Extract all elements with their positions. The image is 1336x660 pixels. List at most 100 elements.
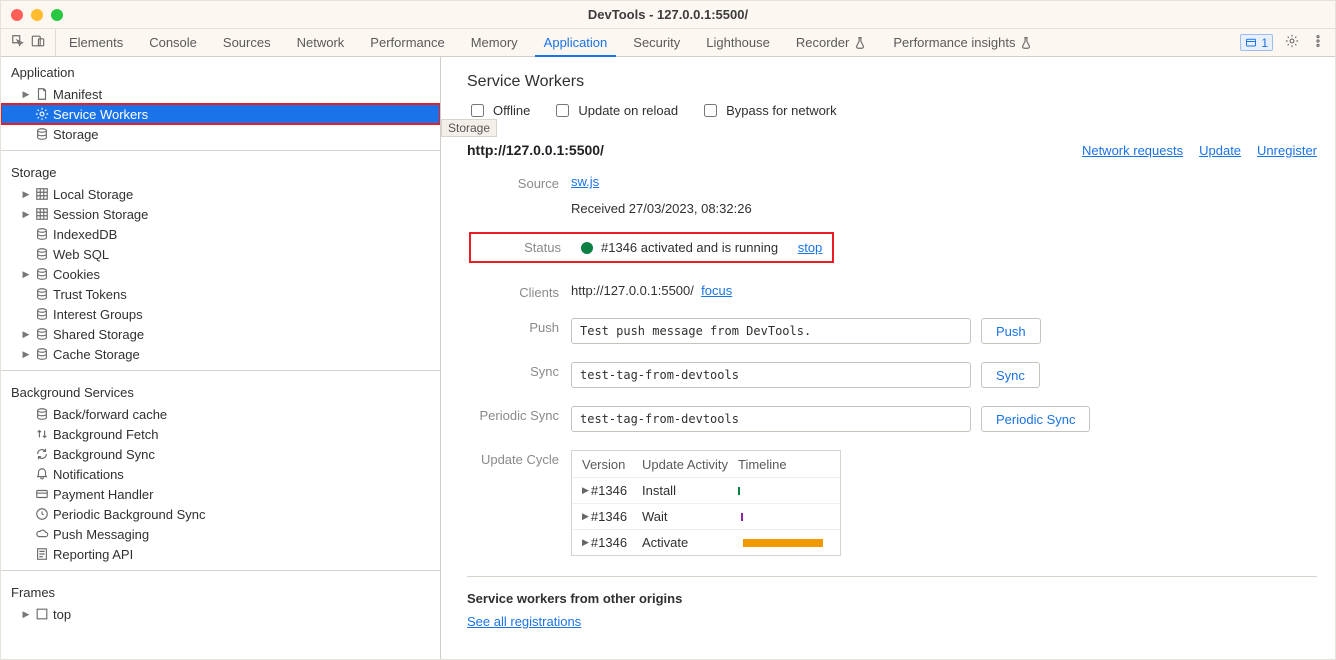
cloud-icon xyxy=(35,527,49,541)
timeline-bar-install xyxy=(738,487,740,495)
card-icon xyxy=(35,487,49,501)
tab-security[interactable]: Security xyxy=(620,29,693,56)
timeline-bar-activate xyxy=(743,539,823,547)
tab-memory[interactable]: Memory xyxy=(458,29,531,56)
sb-label: Payment Handler xyxy=(53,487,153,502)
issues-badge[interactable]: 1 xyxy=(1240,34,1273,51)
periodic-sync-button[interactable]: Periodic Sync xyxy=(981,406,1090,432)
sb-section-storage: Storage xyxy=(1,157,440,184)
panel-tabs: Elements Console Sources Network Perform… xyxy=(56,29,1046,56)
sb-item-indexeddb[interactable]: IndexedDB xyxy=(1,224,440,244)
tab-recorder[interactable]: Recorder xyxy=(783,29,880,56)
update-on-reload-checkbox[interactable]: Update on reload xyxy=(552,101,678,120)
offline-label: Offline xyxy=(493,103,530,118)
sb-item-manifest[interactable]: ▶ Manifest xyxy=(1,84,440,104)
sb-label: Session Storage xyxy=(53,207,148,222)
sb-label: Periodic Background Sync xyxy=(53,507,205,522)
minimize-window-icon[interactable] xyxy=(31,9,43,21)
sb-label: Shared Storage xyxy=(53,327,144,342)
clock-icon xyxy=(35,507,49,521)
sb-label: Push Messaging xyxy=(53,527,149,542)
sb-item-session-storage[interactable]: ▶ Session Storage xyxy=(1,204,440,224)
offline-checkbox[interactable]: Offline xyxy=(467,101,530,120)
bypass-input[interactable] xyxy=(704,104,717,117)
tab-performance[interactable]: Performance xyxy=(357,29,457,56)
close-window-icon[interactable] xyxy=(11,9,23,21)
updown-icon xyxy=(35,427,49,441)
periodic-sync-input[interactable] xyxy=(571,406,971,432)
zoom-window-icon[interactable] xyxy=(51,9,63,21)
flask-icon xyxy=(853,36,867,50)
devtools-toolbar: Elements Console Sources Network Perform… xyxy=(1,29,1335,57)
tab-console[interactable]: Console xyxy=(136,29,210,56)
tab-lighthouse[interactable]: Lighthouse xyxy=(693,29,783,56)
report-icon xyxy=(35,547,49,561)
uc-row-install[interactable]: ▶#1346 Install xyxy=(572,477,840,503)
caret-icon: ▶ xyxy=(21,89,31,100)
database-icon xyxy=(35,267,49,281)
source-label: Source xyxy=(467,172,559,191)
network-requests-link[interactable]: Network requests xyxy=(1082,143,1183,158)
caret-icon: ▶ xyxy=(21,209,31,220)
sb-label: Background Fetch xyxy=(53,427,159,442)
sb-item-service-workers[interactable]: Service Workers xyxy=(1,104,440,124)
uc-header-timeline: Timeline xyxy=(738,457,840,472)
device-toolbar-icon[interactable] xyxy=(31,34,45,51)
uc-row-wait[interactable]: ▶#1346 Wait xyxy=(572,503,840,529)
sb-item-push-messaging[interactable]: Push Messaging xyxy=(1,524,440,544)
settings-icon[interactable] xyxy=(1285,34,1299,51)
offline-checkbox-input[interactable] xyxy=(471,104,484,117)
sync-icon xyxy=(35,447,49,461)
clients-url: http://127.0.0.1:5500/ xyxy=(571,283,694,298)
update-link[interactable]: Update xyxy=(1199,143,1241,158)
storage-tooltip: Storage xyxy=(441,119,497,137)
sb-item-websql[interactable]: Web SQL xyxy=(1,244,440,264)
push-input[interactable] xyxy=(571,318,971,344)
bypass-label: Bypass for network xyxy=(726,103,837,118)
sb-item-interest-groups[interactable]: Interest Groups xyxy=(1,304,440,324)
stop-link[interactable]: stop xyxy=(798,240,823,255)
uc-header-version: Version xyxy=(572,457,642,472)
caret-icon: ▶ xyxy=(582,511,589,522)
push-button[interactable]: Push xyxy=(981,318,1041,344)
source-file-link[interactable]: sw.js xyxy=(571,174,599,189)
sb-item-trust-tokens[interactable]: Trust Tokens xyxy=(1,284,440,304)
sync-input[interactable] xyxy=(571,362,971,388)
more-menu-icon[interactable] xyxy=(1311,34,1325,51)
sb-section-bg-services: Background Services xyxy=(1,377,440,404)
sb-item-local-storage[interactable]: ▶ Local Storage xyxy=(1,184,440,204)
sb-item-cache-storage[interactable]: ▶ Cache Storage xyxy=(1,344,440,364)
sb-item-background-fetch[interactable]: Background Fetch xyxy=(1,424,440,444)
unregister-link[interactable]: Unregister xyxy=(1257,143,1317,158)
tab-application[interactable]: Application xyxy=(531,29,621,56)
tab-performance-insights[interactable]: Performance insights xyxy=(880,29,1046,56)
sb-item-cookies[interactable]: ▶ Cookies xyxy=(1,264,440,284)
sb-item-payment-handler[interactable]: Payment Handler xyxy=(1,484,440,504)
sb-item-top-frame[interactable]: ▶ top xyxy=(1,604,440,624)
sb-item-background-sync[interactable]: Background Sync xyxy=(1,444,440,464)
sb-label: Cache Storage xyxy=(53,347,140,362)
sb-label: Background Sync xyxy=(53,447,155,462)
grid-icon xyxy=(35,207,49,221)
focus-link[interactable]: focus xyxy=(701,283,732,298)
inspect-element-icon[interactable] xyxy=(11,34,25,51)
tab-network[interactable]: Network xyxy=(284,29,358,56)
tab-elements[interactable]: Elements xyxy=(56,29,136,56)
sb-item-notifications[interactable]: Notifications xyxy=(1,464,440,484)
bypass-for-network-checkbox[interactable]: Bypass for network xyxy=(700,101,837,120)
sb-item-periodic-bg-sync[interactable]: Periodic Background Sync xyxy=(1,504,440,524)
sb-item-back-forward-cache[interactable]: Back/forward cache xyxy=(1,404,440,424)
see-all-registrations-link[interactable]: See all registrations xyxy=(467,614,581,629)
bell-icon xyxy=(35,467,49,481)
tab-sources[interactable]: Sources xyxy=(210,29,284,56)
sync-button[interactable]: Sync xyxy=(981,362,1040,388)
divider xyxy=(1,570,440,571)
sb-item-shared-storage[interactable]: ▶ Shared Storage xyxy=(1,324,440,344)
sb-label: Cookies xyxy=(53,267,100,282)
sb-item-storage[interactable]: Storage xyxy=(1,124,440,144)
sb-item-reporting-api[interactable]: Reporting API xyxy=(1,544,440,564)
uc-row-activate[interactable]: ▶#1346 Activate xyxy=(572,529,840,555)
update-on-reload-input[interactable] xyxy=(556,104,569,117)
received-text: Received 27/03/2023, 08:32:26 xyxy=(571,199,1317,216)
database-icon xyxy=(35,327,49,341)
